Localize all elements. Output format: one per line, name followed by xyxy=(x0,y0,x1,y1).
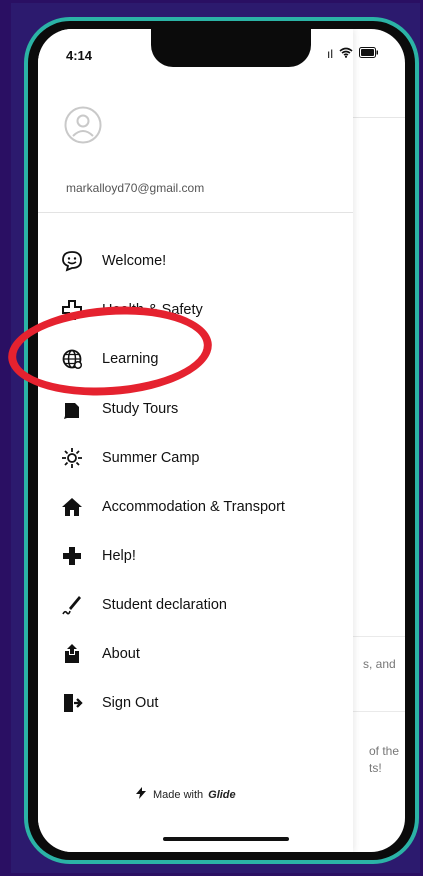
status-time: 4:14 xyxy=(66,48,93,63)
background-text-2b: ts! xyxy=(369,761,382,775)
background-divider xyxy=(352,711,405,712)
menu-label-study-tours: Study Tours xyxy=(102,401,179,417)
menu-label-welcome: Welcome! xyxy=(102,253,167,269)
signal-icon: ıl xyxy=(327,47,333,61)
made-with-label: Made with xyxy=(153,788,204,801)
menu-item-help[interactable]: Help! xyxy=(60,541,136,571)
background-text-1: s, and xyxy=(363,657,396,671)
menu-item-summer-camp[interactable]: Summer Camp xyxy=(60,443,200,473)
menu-item-student-declaration[interactable]: Student declaration xyxy=(60,590,227,620)
menu-item-welcome[interactable]: Welcome! xyxy=(60,246,166,276)
made-with-glide[interactable]: Made with Glide xyxy=(134,787,236,802)
smile-face-icon xyxy=(60,249,84,273)
menu-item-about[interactable]: About xyxy=(60,639,140,669)
home-icon xyxy=(60,495,84,519)
user-circle-icon[interactable] xyxy=(64,106,102,144)
menu-label-summer-camp: Summer Camp xyxy=(102,450,200,466)
wifi-icon xyxy=(339,47,353,61)
menu-item-accommodation-transport[interactable]: Accommodation & Transport xyxy=(60,492,285,522)
battery-icon xyxy=(359,47,379,61)
phone-frame: 4:14 ıl s, and of the ts! markalloyd70@g… xyxy=(24,17,419,864)
menu-label-about: About xyxy=(102,646,140,662)
phone-screen: 4:14 ıl s, and of the ts! markalloyd70@g… xyxy=(38,29,405,852)
status-icons: ıl xyxy=(327,47,379,61)
plus-icon xyxy=(60,544,84,568)
menu-label-student-declaration: Student declaration xyxy=(102,597,227,613)
menu-label-sign-out: Sign Out xyxy=(102,695,159,711)
home-indicator xyxy=(163,837,289,841)
menu-label-help: Help! xyxy=(102,548,136,564)
background-text-2a: of the xyxy=(369,744,400,758)
notch xyxy=(151,29,311,67)
pencil-book-icon xyxy=(60,397,84,421)
glide-brand: Glide xyxy=(208,788,236,801)
user-email: markalloyd70@gmail.com xyxy=(66,181,205,195)
menu-label-accommodation-transport: Accommodation & Transport xyxy=(102,499,285,515)
sun-icon xyxy=(60,446,84,470)
background-header-divider xyxy=(352,117,405,118)
sign-out-icon xyxy=(60,691,84,715)
signature-pen-icon xyxy=(60,593,84,617)
drawer-divider xyxy=(38,212,353,213)
menu-item-sign-out[interactable]: Sign Out xyxy=(60,688,158,718)
upload-box-icon xyxy=(60,642,84,666)
phone-bezel: 4:14 ıl s, and of the ts! markalloyd70@g… xyxy=(28,21,415,860)
glide-logo-icon xyxy=(134,787,148,802)
menu-item-study-tours[interactable]: Study Tours xyxy=(60,394,178,424)
navigation-drawer: markalloyd70@gmail.com Welcome! Health &… xyxy=(38,29,353,852)
background-divider xyxy=(352,636,405,637)
